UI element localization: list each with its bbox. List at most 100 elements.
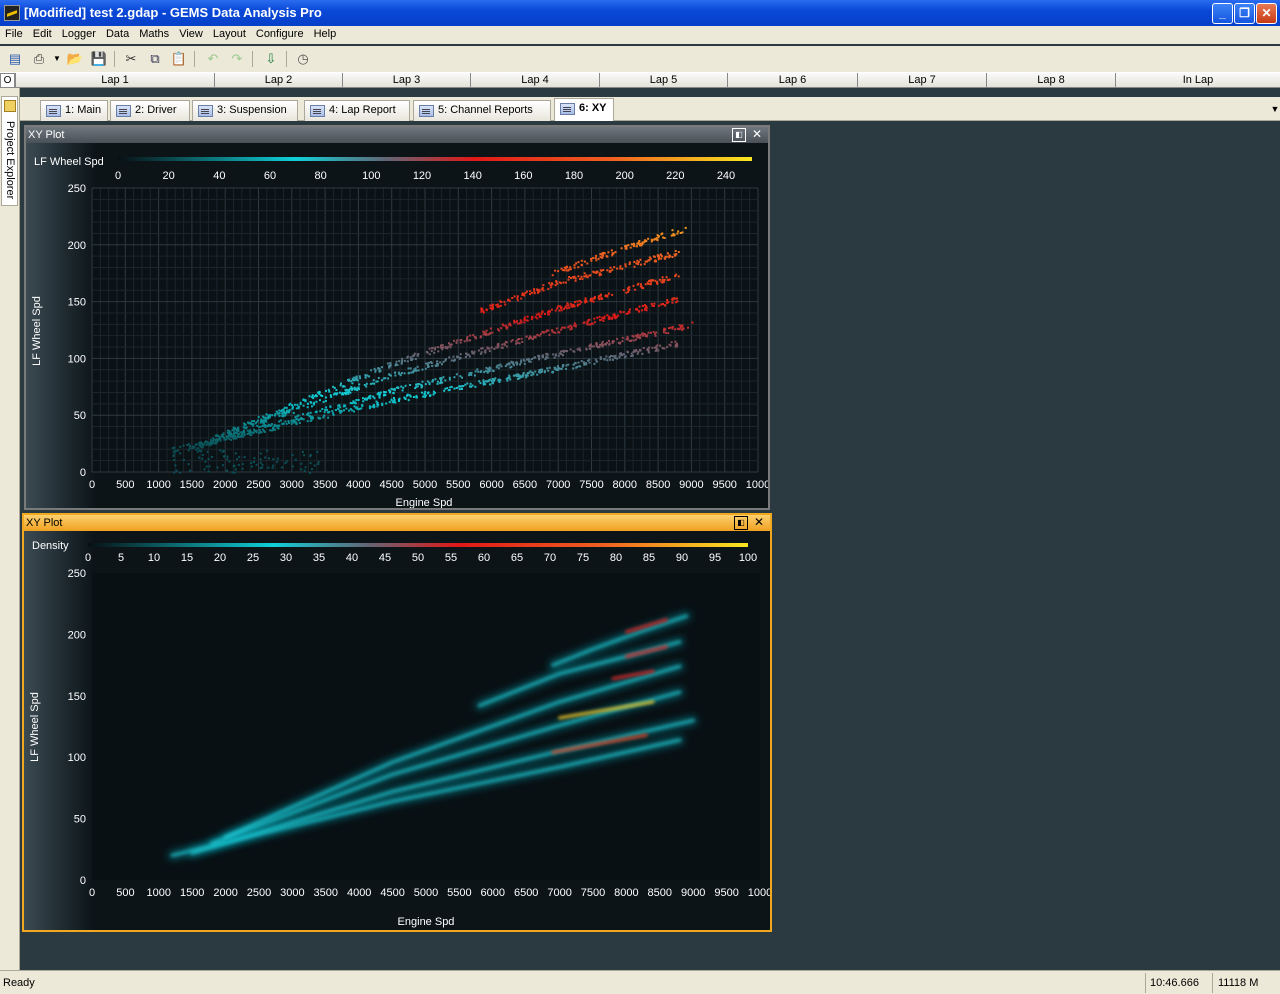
lap-3[interactable]: Lap 3 xyxy=(342,73,470,88)
tab-suspension[interactable]: 3: Suspension xyxy=(192,100,298,121)
lap-1[interactable]: Lap 1 xyxy=(15,73,214,88)
tab-xy[interactable]: 6: XY xyxy=(554,98,614,121)
scatter-point xyxy=(364,374,367,376)
scatter-point xyxy=(373,397,376,400)
print-icon[interactable]: ⎙ xyxy=(30,50,48,68)
menu-data[interactable]: Data xyxy=(101,26,134,40)
scatter-point xyxy=(226,458,229,461)
scatter-point xyxy=(646,260,648,263)
new-icon[interactable]: ▤ xyxy=(6,50,24,68)
lap-6[interactable]: Lap 6 xyxy=(727,73,857,88)
paste-icon[interactable]: 📋 xyxy=(170,50,188,68)
close-panel-icon[interactable]: ✕ xyxy=(750,128,764,142)
menu-file[interactable]: File xyxy=(0,26,28,40)
project-explorer-tab[interactable]: Project Explorer xyxy=(1,96,18,206)
lap-outlap[interactable]: O xyxy=(0,73,15,88)
plot-area[interactable]: Density 0 5 10 15 20 25 30 35 40 45 50 55 60 65 70 75 80… xyxy=(24,531,772,930)
lap-4[interactable]: Lap 4 xyxy=(470,73,599,88)
scatter-point xyxy=(506,379,509,382)
save-icon[interactable]: 💾 xyxy=(90,50,108,68)
scatter-point xyxy=(674,250,677,252)
lap-2[interactable]: Lap 2 xyxy=(214,73,342,88)
colorbar-tick-label: 220 xyxy=(666,170,684,182)
scatter-point xyxy=(392,400,395,403)
lap-7[interactable]: Lap 7 xyxy=(857,73,986,88)
xy-plot-panel-density[interactable]: XY Plot ◧ ✕ Density 0 5 10 15 20 25 30 3… xyxy=(22,513,772,932)
close-panel-icon[interactable]: ✕ xyxy=(752,516,766,530)
scatter-point xyxy=(608,270,611,273)
scatter-chart[interactable]: LF Wheel Spd 0 20 40 60 80 100 120 140 160 180 200… xyxy=(26,143,770,509)
lap-in[interactable]: In Lap xyxy=(1115,73,1280,88)
minimize-button[interactable]: _ xyxy=(1212,3,1233,24)
scatter-point xyxy=(401,389,404,392)
open-icon[interactable]: 📂 xyxy=(66,50,84,68)
scatter-point xyxy=(315,400,318,403)
undo-icon[interactable]: ↶ xyxy=(204,50,222,68)
close-button[interactable]: ✕ xyxy=(1256,3,1277,24)
menu-logger[interactable]: Logger xyxy=(57,26,101,40)
xy-plot-panel-scatter[interactable]: XY Plot ◧ ✕ LF Wheel Spd 0 20 40 60 80 100 xyxy=(24,125,770,510)
menu-edit[interactable]: Edit xyxy=(28,26,57,40)
scatter-point xyxy=(595,272,598,274)
refresh-icon[interactable]: ◷ xyxy=(294,50,312,68)
scatter-point xyxy=(520,320,523,323)
redo-icon[interactable]: ↷ xyxy=(228,50,246,68)
toolbar: ▤ ⎙ ▼ 📂 💾 ✂ ⧉ 📋 ↶ ↷ ⇩ ◷ xyxy=(0,46,1280,72)
scatter-point xyxy=(396,363,399,366)
scatter-point xyxy=(348,389,351,391)
scatter-point xyxy=(565,367,567,370)
menu-layout[interactable]: Layout xyxy=(208,26,251,40)
lap-8[interactable]: Lap 8 xyxy=(986,73,1115,88)
restore-button[interactable]: ❐ xyxy=(1234,3,1255,24)
tab-lap-report[interactable]: 4: Lap Report xyxy=(304,100,410,121)
scatter-point xyxy=(268,457,270,460)
scatter-point xyxy=(605,355,608,358)
scatter-point xyxy=(389,391,391,394)
scatter-point xyxy=(392,392,395,395)
scatter-point xyxy=(616,357,618,360)
print-dropdown-icon[interactable]: ▼ xyxy=(48,50,66,68)
menu-help[interactable]: Help xyxy=(309,26,342,40)
scatter-point xyxy=(298,418,300,421)
scatter-point xyxy=(655,331,658,334)
scatter-point xyxy=(273,423,276,426)
scatter-point xyxy=(626,335,629,338)
scatter-point xyxy=(511,297,514,299)
scatter-point xyxy=(303,469,306,472)
scatter-point xyxy=(426,380,429,383)
tab-driver[interactable]: 2: Driver xyxy=(110,100,190,121)
scatter-point xyxy=(425,362,428,365)
scatter-point xyxy=(657,258,660,261)
scatter-point xyxy=(277,427,280,430)
scatter-point xyxy=(557,270,560,273)
pin-icon[interactable]: ◧ xyxy=(734,516,748,530)
tab-main[interactable]: 1: Main xyxy=(40,100,108,121)
x-tick-label: 3500 xyxy=(313,479,337,491)
menu-maths[interactable]: Maths xyxy=(134,26,174,40)
scatter-point xyxy=(400,372,403,374)
tab-list-dropdown-icon[interactable]: ▼ xyxy=(1268,100,1280,118)
cut-icon[interactable]: ✂ xyxy=(122,50,140,68)
scatter-point xyxy=(682,327,685,330)
pin-icon[interactable]: ◧ xyxy=(732,128,746,142)
import-icon[interactable]: ⇩ xyxy=(262,50,280,68)
scatter-point xyxy=(226,469,228,472)
scatter-point xyxy=(456,386,459,389)
lap-5[interactable]: Lap 5 xyxy=(599,73,727,88)
scatter-point xyxy=(340,382,342,385)
scatter-point xyxy=(187,449,190,452)
plot-area[interactable]: LF Wheel Spd 0 20 40 60 80 100 120 140 160 180 200… xyxy=(26,143,770,509)
scatter-point xyxy=(351,409,354,412)
scatter-point xyxy=(505,325,508,328)
copy-icon[interactable]: ⧉ xyxy=(146,50,164,68)
scatter-point xyxy=(257,416,260,418)
menu-configure[interactable]: Configure xyxy=(251,26,309,40)
scatter-point xyxy=(536,333,539,336)
scatter-point xyxy=(327,388,330,391)
scatter-point xyxy=(389,362,392,364)
menu-view[interactable]: View xyxy=(174,26,208,40)
density-chart[interactable]: Density 0 5 10 15 20 25 30 35 40 45 50 55 60 65 70 75 80… xyxy=(24,531,772,930)
scatter-point xyxy=(489,383,492,386)
scatter-point xyxy=(444,346,447,349)
tab-channel-reports[interactable]: 5: Channel Reports xyxy=(413,100,551,121)
